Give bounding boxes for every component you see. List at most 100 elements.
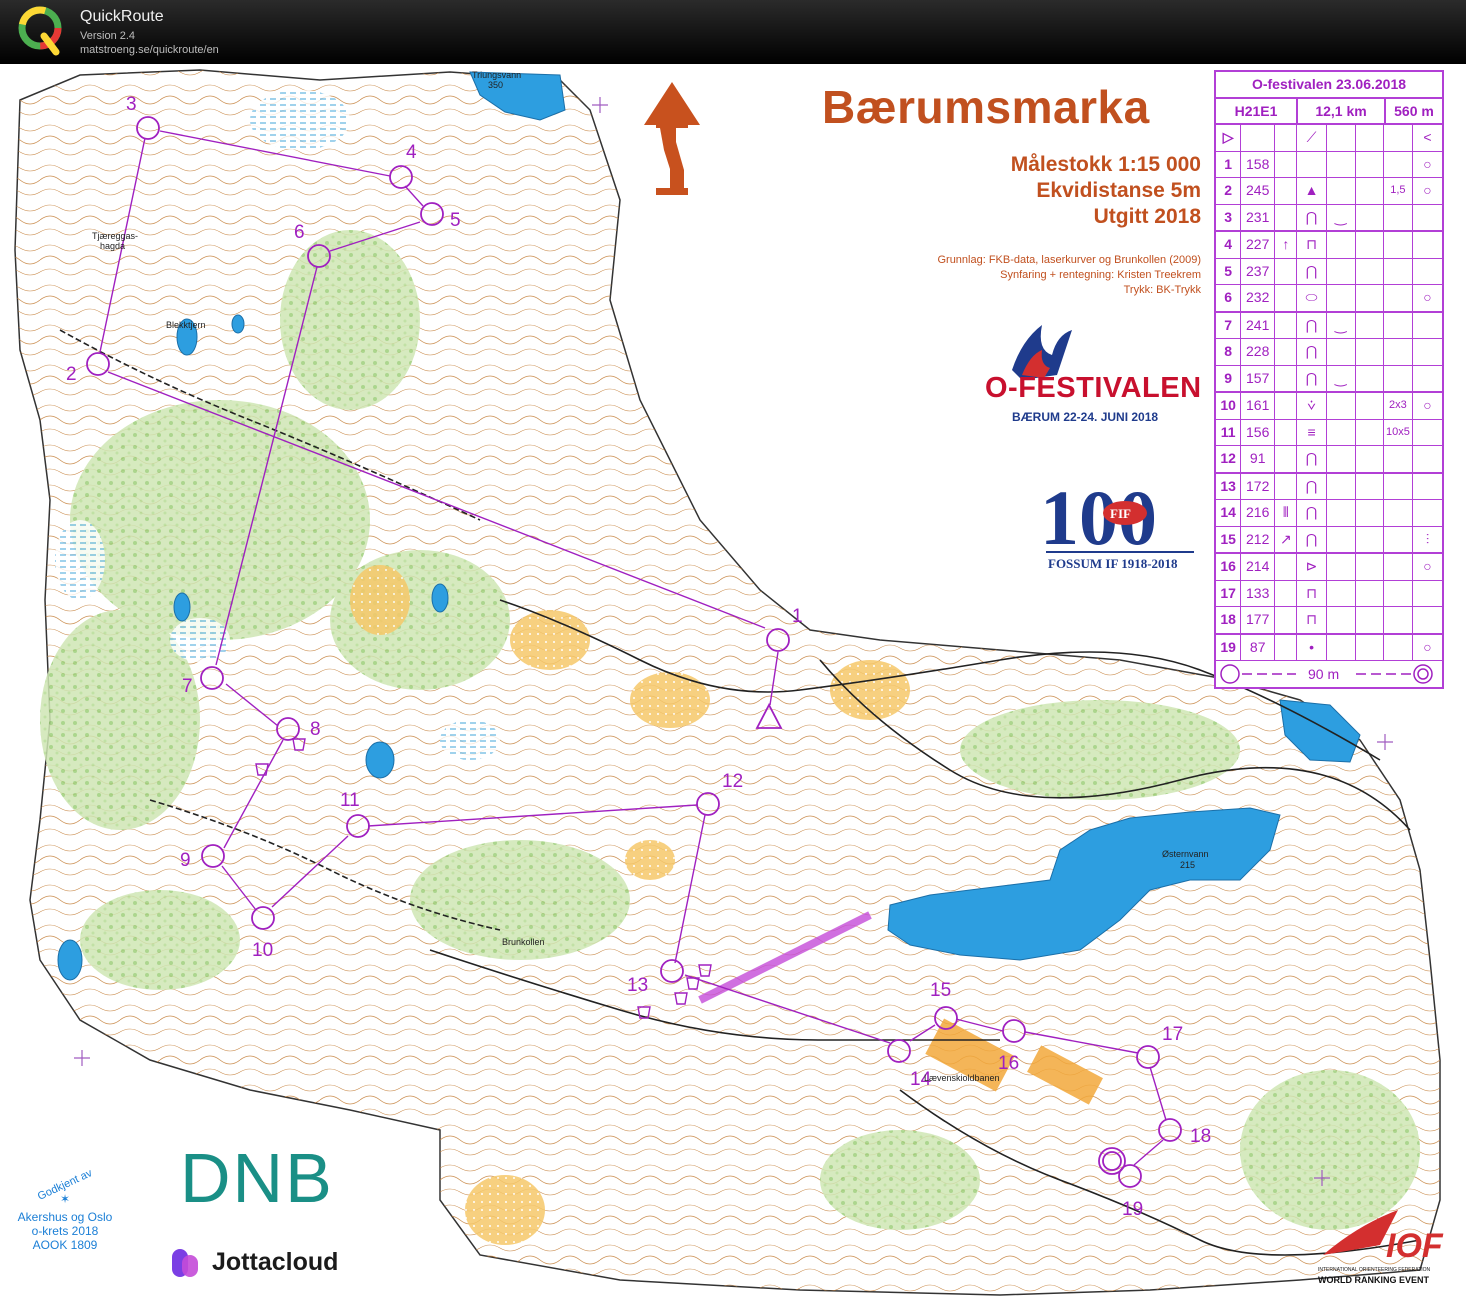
cd-column-f-icon	[1327, 634, 1356, 660]
cd-column-f-icon	[1327, 607, 1356, 633]
cd-class: H21E1	[1216, 99, 1298, 123]
cd-dimensions	[1384, 285, 1413, 311]
cd-column-g	[1356, 365, 1384, 391]
cd-code: 158	[1241, 151, 1276, 177]
cd-row-9: 9 157 ⋂ ‿	[1216, 365, 1442, 393]
place-blekktjern: Blekktjern	[166, 320, 206, 330]
fossum-caption: FOSSUM IF 1918-2018	[1048, 556, 1178, 571]
place-triungsvann: Triungsvann	[472, 70, 521, 80]
cd-column-g	[1356, 500, 1384, 526]
cd-column-d-icon: ↑	[1275, 232, 1298, 258]
cd-column-g	[1356, 580, 1384, 606]
cd-location-icon	[1413, 366, 1442, 392]
cd-column-g	[1356, 178, 1384, 204]
cd-row-19: 19 87 • ○	[1216, 634, 1442, 661]
cd-dimensions	[1384, 258, 1413, 284]
cd-row-5: 5 237 ⋂	[1216, 258, 1442, 285]
cd-dimensions	[1384, 580, 1413, 606]
cd-feature-icon: ⊓	[1297, 232, 1327, 258]
cd-event-header: O-festivalen 23.06.2018	[1216, 72, 1442, 99]
cd-number: 17	[1216, 580, 1242, 606]
cd-feature-icon: ▲	[1297, 178, 1327, 204]
cd-column-d-icon	[1275, 580, 1298, 606]
cd-row-18: 18 177 ⊓	[1216, 607, 1442, 635]
cd-column-g	[1356, 258, 1384, 284]
control-label-8: 8	[310, 719, 321, 740]
cd-climb: 560 m	[1394, 103, 1434, 119]
cd-code: 228	[1241, 339, 1276, 365]
cd-number: 6	[1216, 285, 1242, 311]
cd-row-12: 12 91 ⋂	[1216, 446, 1442, 474]
control-label-15: 15	[930, 980, 951, 1001]
cd-row-14: 14 216 ⫴ ⋂	[1216, 500, 1442, 527]
svg-text:INTERNATIONAL ORIENTEERING FED: INTERNATIONAL ORIENTEERING FEDERATION	[1318, 1267, 1431, 1273]
cd-feature-icon: ⬭	[1297, 285, 1327, 311]
control-label-12: 12	[722, 771, 743, 792]
cd-column-f-icon	[1327, 419, 1356, 445]
cd-code: 157	[1241, 365, 1276, 391]
cd-column-d-icon: ⫴	[1275, 500, 1298, 526]
control-label-17: 17	[1162, 1024, 1183, 1045]
cd-column-f-icon	[1327, 178, 1356, 204]
cd-row-11: 11 156 ≡ 10x5	[1216, 419, 1442, 446]
aook-approval: Godkjent av ✶ Akershus og Oslo o-krets 2…	[10, 1167, 120, 1252]
place-skjold: Lævenskioldbanen	[924, 1073, 1000, 1083]
cd-location-icon	[1413, 420, 1442, 446]
ofestivalen-date: BÆRUM 22-24. JUNI 2018	[1012, 410, 1159, 424]
cd-location-icon	[1413, 581, 1442, 607]
cd-code: 241	[1241, 312, 1276, 338]
cd-column-d-icon	[1275, 178, 1298, 204]
cd-location-icon: ○	[1423, 155, 1432, 172]
cd-column-g	[1356, 526, 1384, 552]
cd-feature-icon: ≡	[1297, 419, 1327, 445]
iof-logo: IOF INTERNATIONAL ORIENTEERING FEDERATIO…	[1318, 1210, 1444, 1273]
cd-number: 9	[1216, 365, 1242, 391]
cd-feature-icon: ⋂	[1297, 473, 1327, 499]
fossum-if-logo: 100 FIF	[1040, 478, 1194, 561]
app-version: Version 2.4	[80, 30, 136, 42]
cd-code: 133	[1241, 580, 1276, 606]
credit-line-2: Synfaring + rentegning: Kristen Treekrem	[1000, 269, 1201, 281]
cd-number: 19	[1216, 634, 1242, 660]
cd-row-4: 4 227 ↑ ⊓	[1216, 232, 1442, 259]
cd-column-f-icon	[1327, 339, 1356, 365]
cd-column-g	[1356, 285, 1384, 311]
cd-code: 237	[1241, 258, 1276, 284]
approved-line-3: o-krets 2018	[31, 1224, 99, 1238]
cd-dimensions	[1384, 312, 1413, 338]
cd-dimensions	[1384, 446, 1413, 472]
cd-column-d-icon	[1275, 204, 1298, 230]
approved-line-2: Akershus og Oslo	[17, 1210, 113, 1224]
cd-feature-icon: ⊓	[1297, 580, 1327, 606]
cd-column-g	[1356, 607, 1384, 633]
control-label-13: 13	[627, 975, 648, 996]
cd-number: 7	[1216, 312, 1242, 338]
cd-column-f-icon	[1327, 285, 1356, 311]
cd-location-icon	[1413, 205, 1442, 231]
cd-column-f-icon	[1327, 232, 1356, 258]
cd-number: 1	[1216, 151, 1242, 177]
cd-location-icon: ○	[1423, 397, 1432, 413]
cd-dimensions: 10x5	[1384, 419, 1413, 445]
control-label-18: 18	[1190, 1126, 1211, 1147]
cd-column-f-icon	[1327, 554, 1356, 580]
cd-finish-row: 90 m	[1216, 661, 1442, 687]
cd-code: 245	[1241, 178, 1276, 204]
cd-row-7: 7 241 ⋂ ‿	[1216, 312, 1442, 339]
cd-feature-icon: ⊳	[1297, 554, 1327, 580]
control-label-11: 11	[340, 790, 360, 811]
cd-number: 2	[1216, 178, 1242, 204]
cd-dimensions	[1384, 607, 1413, 633]
cd-location-icon	[1413, 446, 1442, 472]
cd-location-icon: ○	[1423, 289, 1432, 305]
cd-column-d-icon	[1275, 607, 1298, 633]
cd-column-d-icon	[1275, 473, 1298, 499]
cd-column-d-icon	[1275, 446, 1298, 472]
cd-feature-icon: ⋂	[1297, 365, 1327, 391]
cd-column-f-icon	[1327, 526, 1356, 552]
cd-dimensions	[1384, 554, 1413, 580]
cd-number: 16	[1216, 554, 1242, 580]
control-label-16: 16	[998, 1053, 1019, 1074]
cd-row-1: 1 158 ○	[1216, 151, 1442, 178]
cd-code: 91	[1241, 446, 1276, 472]
